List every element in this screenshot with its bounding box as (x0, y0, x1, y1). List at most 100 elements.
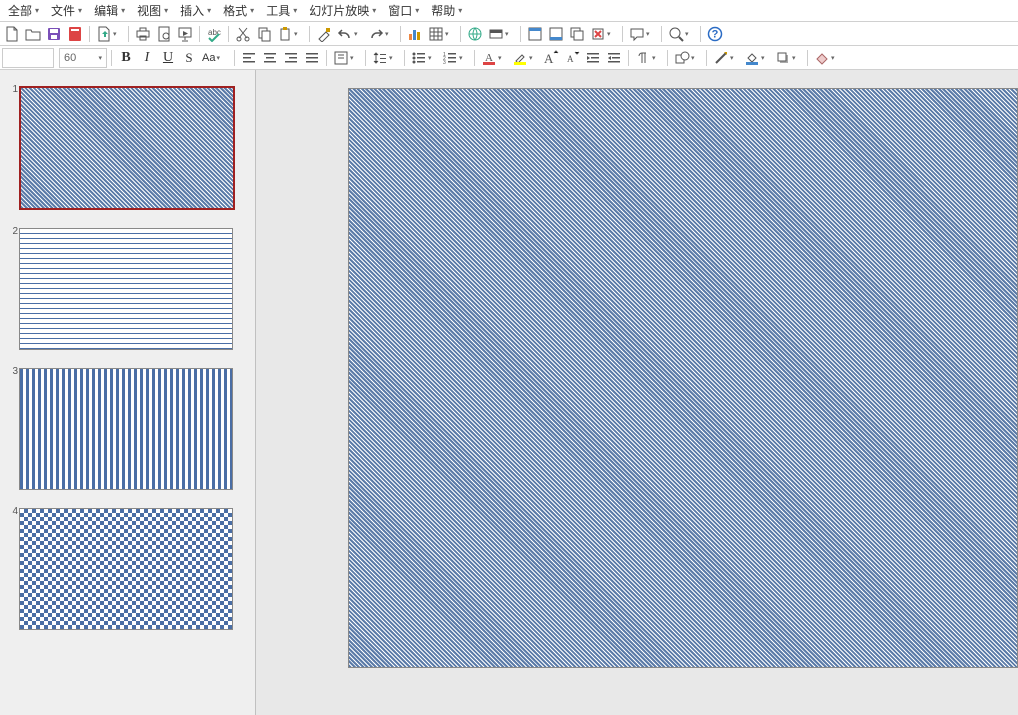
separator (667, 50, 668, 66)
insert-header-icon[interactable] (525, 24, 545, 44)
thumb-preview[interactable] (19, 86, 235, 210)
separator (111, 50, 112, 66)
thumb-number: 1 (12, 84, 18, 210)
text-direction-icon[interactable]: ▾ (633, 48, 663, 68)
separator (234, 50, 235, 66)
separator (89, 26, 90, 42)
menu-tools[interactable]: 工具▾ (260, 0, 303, 21)
separator (700, 26, 701, 42)
thumb-preview[interactable] (19, 368, 233, 490)
separator (199, 26, 200, 42)
menu-slideshow[interactable]: 幻灯片放映▾ (303, 0, 382, 21)
format-paintbrush-icon[interactable] (314, 24, 334, 44)
font-shrink-icon[interactable]: A (562, 48, 582, 68)
separator (400, 26, 401, 42)
menu-insert[interactable]: 插入▾ (174, 0, 217, 21)
font-name-combo[interactable] (2, 48, 54, 68)
separator (520, 26, 521, 42)
zoom-icon[interactable]: ▾ (666, 24, 696, 44)
new-doc-icon[interactable] (2, 24, 22, 44)
menu-edit[interactable]: 编辑▾ (88, 0, 131, 21)
copy-icon[interactable] (254, 24, 274, 44)
svg-text:3: 3 (443, 60, 446, 66)
character-case-button[interactable]: Aa▾ (200, 48, 230, 68)
highlight-color-icon[interactable]: ▾ (510, 48, 540, 68)
open-icon[interactable] (23, 24, 43, 44)
svg-text:A: A (544, 51, 554, 66)
spellcheck-icon[interactable]: abc (204, 24, 224, 44)
underline-button[interactable]: U (158, 48, 178, 68)
menu-file[interactable]: 文件▾ (45, 0, 88, 21)
strikethrough-button[interactable]: S (179, 48, 199, 68)
separator (628, 50, 629, 66)
slide-thumb-4[interactable]: 4 (12, 508, 243, 630)
slide-thumb-1[interactable]: 1 (12, 86, 243, 210)
font-grow-icon[interactable]: A (541, 48, 561, 68)
print-icon[interactable] (133, 24, 153, 44)
align-center-icon[interactable] (260, 48, 280, 68)
numbered-list-icon[interactable]: 123▾ (440, 48, 470, 68)
menu-all[interactable]: 全部▾ (2, 0, 45, 21)
separator (661, 26, 662, 42)
thumb-number: 4 (12, 506, 18, 630)
vertical-align-icon[interactable]: ▾ (331, 48, 361, 68)
font-size-combo[interactable]: 60▾ (59, 48, 107, 68)
fill-color-icon[interactable]: ▾ (742, 48, 772, 68)
insert-field-icon[interactable]: ▾ (486, 24, 516, 44)
cut-icon[interactable] (233, 24, 253, 44)
separator (128, 26, 129, 42)
start-slideshow-icon[interactable] (175, 24, 195, 44)
standard-toolbar: ▾ abc ▾ ▾ ▾ ▾ ▾ ▾ ▾ ▾ ? (0, 22, 1018, 46)
formatting-toolbar: 60▾ B I U S Aa▾ ▾ ▾ ▾ 123▾ A▾ ▾ A A ▾ ▾ … (0, 46, 1018, 70)
font-color-icon[interactable]: A▾ (479, 48, 509, 68)
duplicate-slide-icon[interactable] (567, 24, 587, 44)
decrease-indent-icon[interactable] (604, 48, 624, 68)
thumb-preview[interactable] (19, 228, 233, 350)
menu-window[interactable]: 窗口▾ (382, 0, 425, 21)
paste-icon[interactable]: ▾ (275, 24, 305, 44)
menu-help[interactable]: 帮助▾ (425, 0, 468, 21)
separator (326, 50, 327, 66)
separator (807, 50, 808, 66)
redo-icon[interactable]: ▾ (366, 24, 396, 44)
insert-hyperlink-icon[interactable] (465, 24, 485, 44)
clear-formatting-icon[interactable]: ▾ (812, 48, 842, 68)
insert-table-icon[interactable]: ▾ (426, 24, 456, 44)
align-left-icon[interactable] (239, 48, 259, 68)
line-style-icon[interactable]: ▾ (711, 48, 741, 68)
line-spacing-icon[interactable]: ▾ (370, 48, 400, 68)
bullet-list-icon[interactable]: ▾ (409, 48, 439, 68)
separator (706, 50, 707, 66)
undo-icon[interactable]: ▾ (335, 24, 365, 44)
menu-bar: 全部▾ 文件▾ 编辑▾ 视图▾ 插入▾ 格式▾ 工具▾ 幻灯片放映▾ 窗口▾ 帮… (0, 0, 1018, 22)
print-preview-icon[interactable] (154, 24, 174, 44)
insert-shape-icon[interactable]: ▾ (672, 48, 702, 68)
bold-button[interactable]: B (116, 48, 136, 68)
increase-indent-icon[interactable] (583, 48, 603, 68)
separator (404, 50, 405, 66)
menu-format[interactable]: 格式▾ (217, 0, 260, 21)
insert-comment-icon[interactable]: ▾ (627, 24, 657, 44)
svg-text:abc: abc (208, 28, 221, 37)
separator (228, 26, 229, 42)
slide-thumb-2[interactable]: 2 (12, 228, 243, 350)
shadow-icon[interactable]: ▾ (773, 48, 803, 68)
thumb-number: 2 (12, 226, 18, 350)
align-justify-icon[interactable] (302, 48, 322, 68)
separator (309, 26, 310, 42)
delete-slide-icon[interactable]: ▾ (588, 24, 618, 44)
align-right-icon[interactable] (281, 48, 301, 68)
menu-view[interactable]: 视图▾ (131, 0, 174, 21)
thumb-preview[interactable] (19, 508, 233, 630)
italic-button[interactable]: I (137, 48, 157, 68)
slide-canvas[interactable] (348, 88, 1018, 668)
save-icon[interactable] (44, 24, 64, 44)
separator (622, 26, 623, 42)
insert-chart-icon[interactable] (405, 24, 425, 44)
export-dropdown-icon[interactable]: ▾ (94, 24, 124, 44)
insert-footer-icon[interactable] (546, 24, 566, 44)
workspace: 1 2 3 4 (0, 70, 1018, 715)
export-pdf-icon[interactable] (65, 24, 85, 44)
help-icon[interactable]: ? (705, 24, 725, 44)
slide-thumb-3[interactable]: 3 (12, 368, 243, 490)
